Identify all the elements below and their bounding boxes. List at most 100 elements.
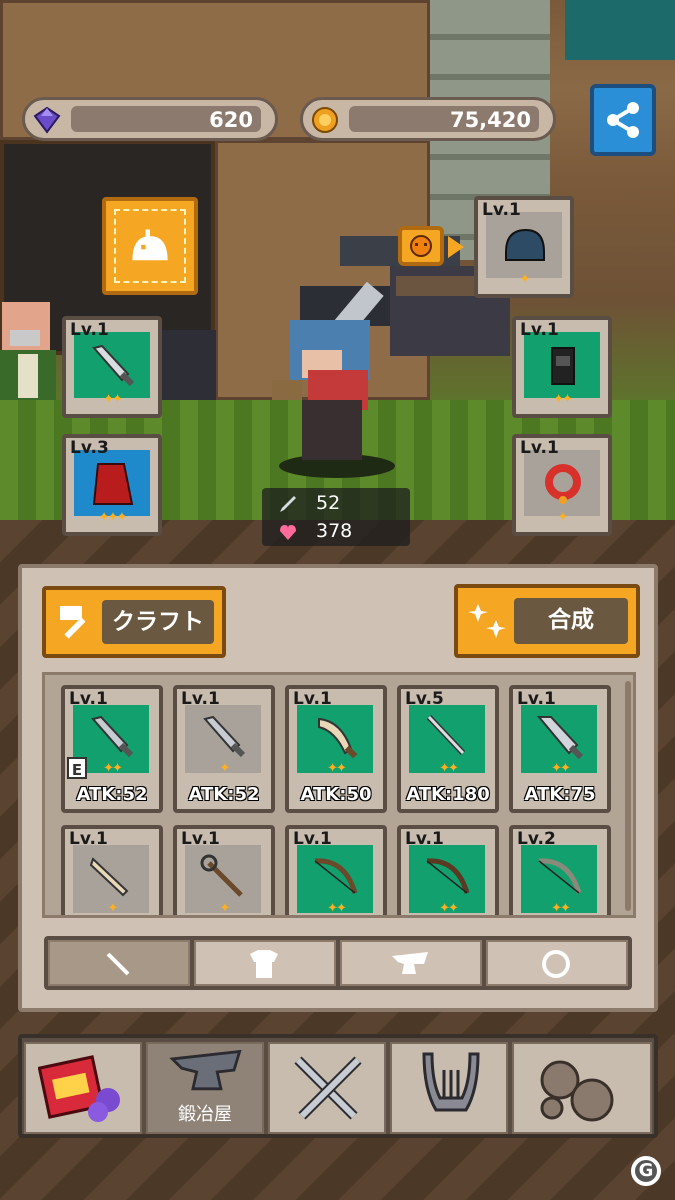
stones-icon — [540, 1060, 614, 1122]
rarity-stars: ✦ — [107, 901, 119, 916]
sword-icon — [92, 344, 135, 387]
synthesize-button[interactable]: 合成 — [454, 584, 640, 658]
category-tabs — [44, 936, 632, 990]
slot-level: Lv.1 — [520, 320, 559, 340]
rarity-stars: ✦✦✦ — [98, 510, 128, 525]
rarity-stars: ✦ — [557, 510, 569, 525]
armor-tab-icon — [250, 950, 278, 978]
inventory-item[interactable]: Lv.1 ✦✦ — [285, 825, 387, 916]
item-level: Lv.2 — [517, 829, 556, 849]
pet-button[interactable] — [102, 197, 198, 295]
equip-slot-ring[interactable]: Lv.1 ✦ — [512, 434, 612, 536]
crossed-swords-icon — [294, 1056, 362, 1120]
saw-blade-icon — [89, 857, 129, 897]
gem-counter: 620 — [22, 97, 278, 141]
inventory-item[interactable]: Lv.1 ✦✦ — [397, 825, 499, 916]
hero-character[interactable] — [262, 280, 412, 480]
gem-icon — [33, 106, 61, 134]
cape-icon — [92, 463, 134, 505]
item-level: Lv.1 — [69, 829, 108, 849]
katana-icon — [426, 714, 466, 756]
nav-smithy-label: 鍛冶屋 — [178, 1104, 232, 1125]
nav-rocks[interactable] — [512, 1042, 652, 1134]
inventory-item[interactable]: Lv.1 ✦ — [61, 825, 163, 916]
staff-icon — [200, 854, 243, 897]
inventory-scrollbar[interactable] — [625, 681, 631, 911]
rarity-stars: ✦ — [219, 761, 231, 776]
inventory-item[interactable]: Lv.2 ✦✦ — [509, 825, 611, 916]
item-attack: ATK:50 — [300, 784, 372, 805]
companion-badge[interactable] — [398, 226, 444, 266]
item-attack: ATK:52 — [76, 784, 148, 805]
crafting-panel: クラフト 合成 Lv.1 E ✦✦ ATK:52 Lv.1 ✦ ATK:52 L… — [18, 564, 658, 1012]
inventory-item[interactable]: Lv.5 ✦✦ ATK:180 — [397, 685, 499, 813]
item-attack: ATK:75 — [524, 784, 596, 805]
inventory-item[interactable]: Lv.1 E ✦✦ ATK:52 — [61, 685, 163, 813]
share-icon — [607, 102, 639, 138]
treasure-chest-icon — [38, 1055, 120, 1122]
inventory-item[interactable]: Lv.1 ✦ ATK:52 — [173, 685, 275, 813]
face-icon — [410, 235, 432, 257]
rarity-stars: ✦✦ — [327, 901, 347, 916]
item-level: Lv.1 — [517, 689, 556, 709]
teal-banner — [565, 0, 675, 60]
nav-music[interactable] — [390, 1042, 508, 1134]
item-attack: ATK:180 — [406, 784, 490, 805]
hammer-icon — [60, 606, 86, 639]
slot-level: Lv.1 — [520, 438, 559, 458]
ring-icon — [545, 464, 581, 504]
synthesize-label: 合成 — [514, 598, 628, 644]
inventory-item[interactable]: Lv.1 ✦✦ ATK:50 — [285, 685, 387, 813]
item-level: Lv.1 — [69, 689, 108, 709]
helmet-icon — [505, 228, 545, 261]
nav-shop[interactable] — [24, 1042, 142, 1134]
serrated-blade-icon — [318, 717, 358, 759]
armor-icon — [551, 347, 575, 385]
equip-slot-weapon[interactable]: Lv.1 ✦✦ — [62, 316, 162, 418]
bow-icon — [538, 858, 582, 894]
watermark-logo: G — [631, 1156, 661, 1186]
share-button[interactable] — [590, 84, 656, 156]
bow-icon — [314, 858, 358, 894]
gem-amount: 620 — [209, 108, 253, 132]
inventory-grid[interactable]: Lv.1 E ✦✦ ATK:52 Lv.1 ✦ ATK:52 Lv.1 ✦✦ A… — [42, 672, 636, 918]
nav-battle[interactable] — [268, 1042, 386, 1134]
sparkle-icon — [468, 604, 506, 638]
anvil-block — [160, 330, 216, 400]
weapon-tab-icon — [106, 952, 130, 976]
item-level: Lv.5 — [405, 689, 444, 709]
slot-level: Lv.1 — [70, 320, 109, 340]
craft-label: クラフト — [102, 600, 214, 644]
bow-icon — [426, 858, 470, 894]
nav-smithy[interactable]: 鍛冶屋 — [146, 1042, 264, 1134]
gold-coin-icon — [312, 107, 338, 133]
slime-icon — [132, 229, 168, 261]
tab-weapon[interactable] — [48, 940, 190, 986]
equip-slot-helmet[interactable]: Lv.1 ✦ — [474, 196, 574, 298]
blacksmith-npc[interactable] — [0, 300, 60, 420]
rarity-stars: ✦✦ — [551, 761, 571, 776]
item-level: Lv.1 — [293, 829, 332, 849]
rarity-stars: ✦✦ — [439, 901, 459, 916]
arrow-right-icon — [448, 236, 464, 258]
equip-slot-cape[interactable]: Lv.3 ✦✦✦ — [62, 434, 162, 536]
tab-ring[interactable] — [486, 940, 628, 986]
tab-armor[interactable] — [194, 940, 336, 986]
craft-button[interactable]: クラフト — [42, 586, 226, 658]
attack-value: 52 — [316, 492, 341, 514]
rarity-stars: ✦ — [519, 272, 531, 287]
sword-icon — [203, 715, 246, 758]
tab-anvil[interactable] — [340, 940, 482, 986]
hero-stats: 52 378 — [262, 488, 410, 546]
hp-value: 378 — [316, 520, 353, 542]
rarity-stars: ✦✦ — [439, 761, 459, 776]
rarity-stars: ✦✦ — [551, 901, 571, 916]
item-attack: ATK:52 — [188, 784, 260, 805]
ring-tab-icon — [542, 950, 570, 978]
game-scene: 620 75,420 Lv.1 ✦✦ Lv.3 ✦✦✦ Lv.1 ✦ Lv.1 … — [0, 0, 675, 1200]
equip-slot-armor[interactable]: Lv.1 ✦✦ — [512, 316, 612, 418]
bottom-navigation: 鍛冶屋 — [18, 1034, 658, 1138]
inventory-item[interactable]: Lv.1 ✦ — [173, 825, 275, 915]
broadsword-icon — [536, 716, 584, 760]
inventory-item[interactable]: Lv.1 ✦✦ ATK:75 — [509, 685, 611, 813]
